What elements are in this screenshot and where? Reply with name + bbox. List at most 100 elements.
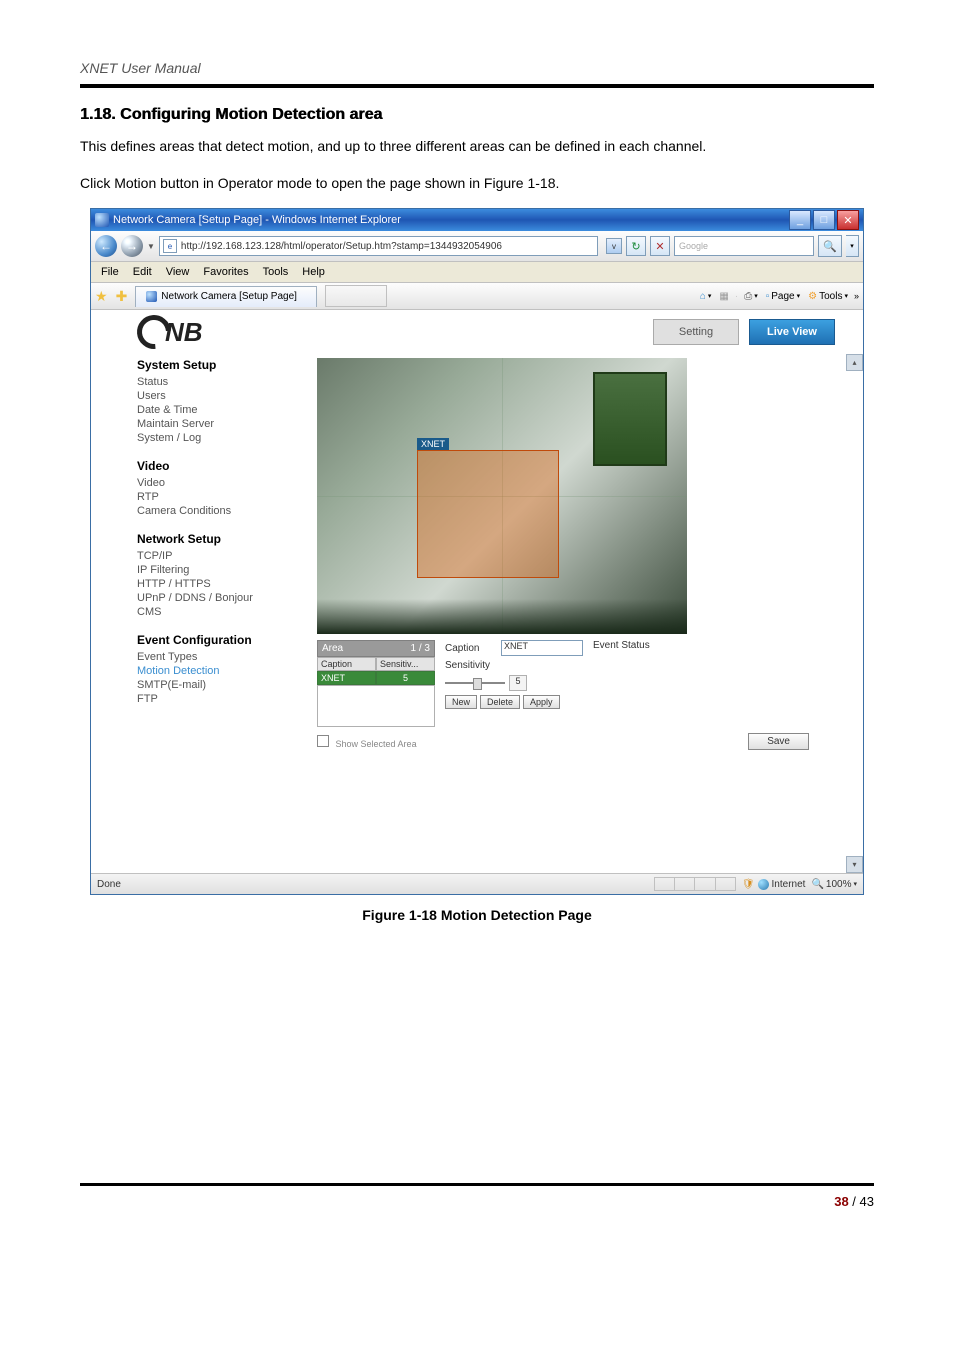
sidebar-item-status[interactable]: Status (137, 375, 317, 389)
window-title: Network Camera [Setup Page] - Windows In… (113, 214, 401, 226)
menu-favorites[interactable]: Favorites (197, 265, 254, 279)
sidebar-item-eventtypes[interactable]: Event Types (137, 650, 317, 664)
motion-area-box[interactable] (417, 450, 559, 578)
show-selected-label: Show Selected Area (336, 739, 417, 749)
checkbox-icon[interactable] (317, 735, 329, 747)
sidebar-item-camera[interactable]: Camera Conditions (137, 504, 317, 518)
sidebar-item-cms[interactable]: CMS (137, 605, 317, 619)
new-tab-button[interactable] (325, 285, 387, 307)
page-number: 38 / 43 (80, 1194, 874, 1209)
show-selected-checkbox[interactable]: Show Selected Area (317, 735, 417, 749)
slider-thumb[interactable] (473, 678, 482, 690)
page-menu[interactable]: ▫Page▾ (764, 291, 802, 302)
zoom-control[interactable]: 🔍 100% ▾ (811, 879, 857, 890)
doc-header: XNET User Manual (80, 60, 874, 76)
area-table: Area 1 / 3 Caption Sensitiv... XNET 5 (317, 640, 435, 727)
sidebar-group-video: Video (137, 459, 317, 473)
zone-label: Internet (772, 879, 806, 890)
menu-help[interactable]: Help (296, 265, 331, 279)
sidebar-item-smtp[interactable]: SMTP(E-mail) (137, 678, 317, 692)
area-title-label: Area (322, 643, 343, 654)
forward-button[interactable]: → (121, 235, 143, 257)
sidebar-item-http[interactable]: HTTP / HTTPS (137, 577, 317, 591)
back-button[interactable]: ← (95, 235, 117, 257)
col-sensitivity[interactable]: Sensitiv... (376, 657, 435, 671)
cell-caption: XNET (317, 671, 376, 685)
menu-tools[interactable]: Tools (257, 265, 295, 279)
tab-title: Network Camera [Setup Page] (161, 291, 297, 302)
sidebar-group-event: Event Configuration (137, 633, 317, 647)
new-button[interactable]: New (445, 695, 477, 709)
stop-button[interactable]: ✕ (650, 236, 670, 256)
sidebar-item-tcpip[interactable]: TCP/IP (137, 549, 317, 563)
maximize-button[interactable]: □ (813, 210, 835, 230)
menu-bar: File Edit View Favorites Tools Help (91, 262, 863, 283)
zoom-icon: 🔍 (811, 879, 823, 890)
scroll-up-button[interactable]: ▴ (846, 354, 863, 371)
area-list-blank (317, 685, 435, 727)
tools-menu[interactable]: ⚙Tools▾ (806, 291, 850, 302)
security-zone[interactable]: 🛡 Internet (742, 879, 806, 890)
paragraph-2: Click Motion button in Operator mode to … (80, 171, 874, 196)
cell-sensitivity: 5 (376, 671, 435, 685)
search-button[interactable]: 🔍 (818, 235, 842, 257)
sidebar-item-ftp[interactable]: FTP (137, 692, 317, 706)
figure-caption: Figure 1-18 Motion Detection Page (80, 907, 874, 923)
feeds-button[interactable]: ▦ (717, 291, 730, 302)
search-dropdown-icon[interactable]: ▾ (846, 235, 859, 257)
home-button[interactable]: ⌂▾ (698, 291, 714, 302)
tab-bar: ★ ✚ Network Camera [Setup Page] ⌂▾ ▦ · ⎙… (91, 283, 863, 310)
paragraph-1: This defines areas that detect motion, a… (80, 134, 874, 159)
sensitivity-label: Sensitivity (445, 660, 497, 671)
add-favorites-icon[interactable]: ✚ (116, 288, 128, 305)
app-header: CNBNB Setting Live View (91, 310, 863, 354)
tab-page-icon (146, 291, 157, 302)
navigation-bar: ← → ▼ e http://192.168.123.128/html/oper… (91, 231, 863, 262)
motion-area-label: XNET (417, 438, 449, 450)
address-dropdown-icon[interactable]: v (606, 238, 622, 254)
event-status-label: Event Status (593, 640, 650, 651)
save-button[interactable]: Save (748, 733, 809, 750)
apply-button[interactable]: Apply (523, 695, 560, 709)
sidebar-item-systemlog[interactable]: System / Log (137, 431, 317, 445)
menu-file[interactable]: File (95, 265, 125, 279)
search-input[interactable]: Google (674, 236, 814, 256)
col-caption[interactable]: Caption (317, 657, 376, 671)
sidebar-item-upnp[interactable]: UPnP / DDNS / Bonjour (137, 591, 317, 605)
print-button[interactable]: ⎙▾ (742, 291, 760, 302)
sidebar-item-datetime[interactable]: Date & Time (137, 403, 317, 417)
divider-bottom (80, 1183, 874, 1186)
menu-view[interactable]: View (160, 265, 196, 279)
command-bar: ⌂▾ ▦ · ⎙▾ ▫Page▾ ⚙Tools▾ » (698, 291, 859, 302)
caption-label: Caption (445, 643, 497, 654)
area-row-selected[interactable]: XNET 5 (317, 671, 435, 685)
video-preview[interactable]: XNET (317, 358, 687, 634)
scroll-down-button[interactable]: ▾ (846, 856, 863, 873)
close-button[interactable]: ✕ (837, 210, 859, 230)
status-text: Done (97, 879, 121, 890)
sensitivity-slider[interactable] (445, 682, 505, 684)
nav-dropdown-icon[interactable]: ▼ (147, 242, 155, 251)
divider-top (80, 84, 874, 88)
address-bar[interactable]: e http://192.168.123.128/html/operator/S… (159, 236, 598, 256)
video-sign-object (593, 372, 667, 466)
menu-edit[interactable]: Edit (127, 265, 158, 279)
live-view-button[interactable]: Live View (749, 319, 835, 345)
minimize-button[interactable]: _ (789, 210, 811, 230)
setting-button[interactable]: Setting (653, 319, 739, 345)
main-panel: XNET Area 1 / 3 Caption Sensi (317, 354, 863, 873)
refresh-button[interactable]: ↻ (626, 236, 646, 256)
url-text: http://192.168.123.128/html/operator/Set… (181, 241, 502, 252)
sidebar-item-rtp[interactable]: RTP (137, 490, 317, 504)
sidebar-item-motion[interactable]: Motion Detection (137, 664, 317, 678)
sidebar-item-users[interactable]: Users (137, 389, 317, 403)
delete-button[interactable]: Delete (480, 695, 520, 709)
sidebar-item-ipfilter[interactable]: IP Filtering (137, 563, 317, 577)
caption-input[interactable]: XNET (501, 640, 583, 656)
browser-tab[interactable]: Network Camera [Setup Page] (135, 286, 317, 307)
sidebar-item-maintain[interactable]: Maintain Server (137, 417, 317, 431)
area-count: 1 / 3 (411, 643, 430, 654)
sidebar: System Setup Status Users Date & Time Ma… (91, 354, 317, 873)
sidebar-item-video[interactable]: Video (137, 476, 317, 490)
favorites-star-icon[interactable]: ★ (95, 288, 108, 305)
